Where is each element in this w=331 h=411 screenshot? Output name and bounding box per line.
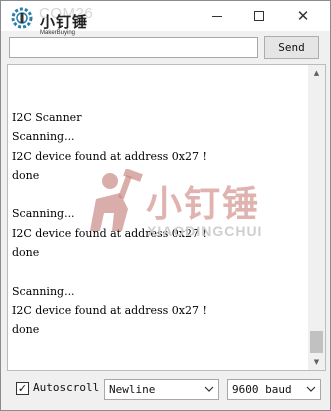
close-icon: ✕ — [296, 6, 310, 25]
output-line: Scanning... — [12, 284, 75, 298]
maximize-icon — [254, 11, 264, 21]
serial-output[interactable]: I2C Scanner Scanning... I2C device found a… — [7, 64, 326, 371]
chevron-down-icon — [306, 386, 316, 392]
brand-subtitle: MakerBuying — [40, 30, 76, 36]
minimize-icon — [212, 15, 222, 17]
line-ending-select[interactable]: Newline — [104, 379, 219, 400]
output-line: I2C device found at address 0x27 ! — [12, 149, 207, 163]
line-ending-value: Newline — [109, 383, 156, 396]
close-button[interactable]: ✕ — [285, 3, 321, 29]
brand-name: 小钉锤 — [40, 13, 89, 31]
output-line: done — [12, 246, 40, 260]
scroll-thumb[interactable] — [310, 331, 323, 353]
checkmark-icon: ✓ — [17, 382, 28, 395]
output-line: Scanning... — [12, 207, 75, 221]
output-line: Scanning... — [12, 130, 75, 144]
output-line: I2C device found at address 0x27 ! — [12, 226, 207, 240]
vertical-scrollbar[interactable]: ▲ ▼ — [308, 65, 325, 370]
send-button[interactable]: Send — [264, 36, 319, 59]
title-bar[interactable]: COM26 小钉锤 ✕ — [1, 1, 330, 31]
chevron-down-icon — [204, 386, 214, 392]
scroll-up-arrow-icon[interactable]: ▲ — [308, 65, 325, 81]
minimize-button[interactable] — [199, 3, 235, 29]
serial-monitor-window: COM26 小钉锤 ✕ MakerBuying Send I2C Scanner… — [0, 0, 331, 411]
gear-logo-icon — [11, 7, 33, 29]
output-lines: I2C Scanner Scanning... I2C device found a… — [12, 108, 302, 340]
autoscroll-label[interactable]: Autoscroll — [33, 381, 99, 394]
output-line: I2C Scanner — [12, 111, 82, 124]
baud-rate-value: 9600 baud — [232, 383, 292, 396]
output-line: done — [12, 323, 40, 337]
output-line: I2C device found at address 0x27 ! — [12, 303, 207, 317]
send-input[interactable] — [9, 37, 258, 58]
output-line: done — [12, 168, 40, 182]
autoscroll-checkbox[interactable]: ✓ — [16, 382, 29, 395]
scroll-down-arrow-icon[interactable]: ▼ — [308, 354, 325, 370]
maximize-button[interactable] — [241, 3, 277, 29]
baud-rate-select[interactable]: 9600 baud — [227, 379, 321, 400]
